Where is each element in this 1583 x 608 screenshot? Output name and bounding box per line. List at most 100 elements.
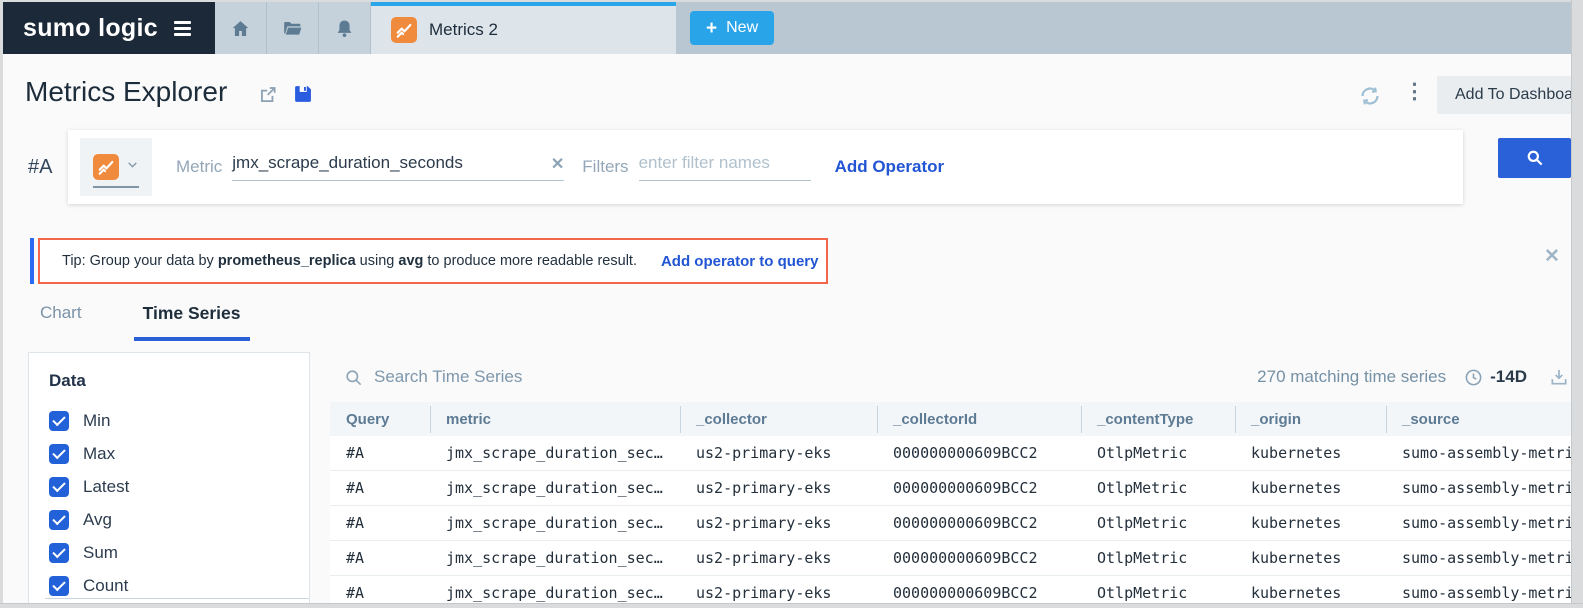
table-cell: kubernetes [1235,514,1386,532]
clock-icon[interactable] [1464,368,1483,387]
checkbox-label: Latest [83,477,129,497]
checkbox-label: Sum [83,543,118,563]
table-toolbar: Search Time Series 270 matching time ser… [330,352,1583,402]
clear-icon[interactable]: ✕ [551,157,564,173]
search-icon [1525,148,1545,168]
hamburger-icon[interactable] [174,27,191,30]
refresh-icon[interactable] [1358,84,1382,113]
share-icon[interactable] [258,84,279,110]
data-option-max[interactable]: Max [29,437,309,470]
checkbox[interactable] [49,477,69,497]
table-cell: sumo-assembly-metric [1386,444,1583,462]
plus-icon: + [706,19,717,38]
checkbox[interactable] [49,543,69,563]
table-cell: us2-primary-eks [680,444,877,462]
add-operator-to-query-link[interactable]: Add operator to query [661,253,819,270]
tab-metrics-2[interactable]: Metrics 2 [371,2,676,54]
table-cell: jmx_scrape_duration_sec… [430,444,680,462]
data-option-sum[interactable]: Sum [29,536,309,569]
metric-input[interactable]: jmx_scrape_duration_seconds ✕ [232,153,564,181]
search-time-series-input[interactable]: Search Time Series [374,367,522,387]
save-icon[interactable] [293,84,313,109]
data-option-avg[interactable]: Avg [29,503,309,536]
table-cell: sumo-assembly-metric [1386,514,1583,532]
window-edge[interactable] [1571,0,1583,608]
column-header[interactable]: _collectorId [877,411,1081,428]
tip-accent-bar [30,238,34,284]
library-button[interactable] [267,2,319,54]
table-cell: us2-primary-eks [680,549,877,567]
alerts-button[interactable] [319,2,371,54]
filters-label: Filters [582,157,628,177]
run-search-button[interactable] [1498,138,1571,178]
table-cell: kubernetes [1235,444,1386,462]
app-window: sumo logic Metrics 2 + New Metrics Expl [0,0,1583,608]
metrics-icon [391,17,417,43]
tip-aggregation: avg [398,253,423,269]
tab-chart[interactable]: Chart [38,303,84,341]
query-type-dropdown[interactable] [80,138,152,196]
column-header[interactable]: Query [330,411,430,428]
table-cell: 000000000609BCC2 [877,584,1081,602]
table-cell: jmx_scrape_duration_sec… [430,479,680,497]
table-row[interactable]: #Ajmx_scrape_duration_sec…us2-primary-ek… [330,541,1583,576]
column-header[interactable]: _contentType [1081,411,1235,428]
folder-icon [282,18,303,39]
column-header[interactable]: metric [430,411,680,428]
table-cell: OtlpMetric [1081,514,1235,532]
chevron-down-icon [126,158,139,176]
data-panel: Data Min Max Latest Avg Sum [28,352,310,604]
checkbox[interactable] [49,576,69,596]
table-cell: 000000000609BCC2 [877,514,1081,532]
home-icon [230,18,251,39]
table-cell: jmx_scrape_duration_sec… [430,549,680,567]
table-cell: #A [330,444,430,462]
checkbox-label: Avg [83,510,112,530]
checkbox-label: Min [83,411,110,431]
table-cell: OtlpMetric [1081,549,1235,567]
tip-text: Tip: Group your data by prometheus_repli… [62,253,637,269]
close-icon[interactable]: ✕ [1544,245,1560,268]
table-row[interactable]: #Ajmx_scrape_duration_sec…us2-primary-ek… [330,436,1583,471]
top-tab-bar: sumo logic Metrics 2 + New [3,2,1571,54]
tab-label: Metrics 2 [429,20,498,40]
metrics-icon [93,154,119,180]
column-header[interactable]: _collector [680,411,877,428]
new-button[interactable]: + New [690,11,774,45]
column-header[interactable]: _source [1386,411,1583,428]
table-cell: us2-primary-eks [680,479,877,497]
sumo-logic-logo[interactable]: sumo logic [3,2,215,54]
filters-input[interactable]: enter filter names [639,153,811,181]
page-title: Metrics Explorer [25,76,227,108]
data-option-min[interactable]: Min [29,404,309,437]
table-cell: 000000000609BCC2 [877,444,1081,462]
add-operator-link[interactable]: Add Operator [835,157,945,177]
table-row[interactable]: #Ajmx_scrape_duration_sec…us2-primary-ek… [330,506,1583,541]
tip-field-name: prometheus_replica [218,253,356,269]
download-icon[interactable] [1549,367,1569,387]
add-to-dashboard-button[interactable]: Add To Dashboard [1437,76,1583,114]
window-edge [0,603,1583,608]
table-row[interactable]: #Ajmx_scrape_duration_sec…us2-primary-ek… [330,471,1583,506]
table-cell: OtlpMetric [1081,584,1235,602]
table-cell: kubernetes [1235,584,1386,602]
table-cell: jmx_scrape_duration_sec… [430,514,680,532]
home-button[interactable] [215,2,267,54]
kebab-menu-icon[interactable]: ⋮ [1404,79,1425,104]
bell-icon [334,18,355,39]
column-header[interactable]: _origin [1235,411,1386,428]
table-cell: 000000000609BCC2 [877,479,1081,497]
table-cell: us2-primary-eks [680,584,877,602]
checkbox[interactable] [49,444,69,464]
table-body: #Ajmx_scrape_duration_sec…us2-primary-ek… [330,436,1583,608]
checkbox[interactable] [49,510,69,530]
table-cell: OtlpMetric [1081,479,1235,497]
query-card: Metric jmx_scrape_duration_seconds ✕ Fil… [68,130,1463,204]
query-row-label: #A [28,156,52,179]
panel-divider [45,598,309,599]
data-option-latest[interactable]: Latest [29,470,309,503]
metric-label: Metric [176,157,222,177]
checkbox[interactable] [49,411,69,431]
tab-time-series[interactable]: Time Series [134,303,250,341]
time-range-value[interactable]: -14D [1490,367,1527,387]
